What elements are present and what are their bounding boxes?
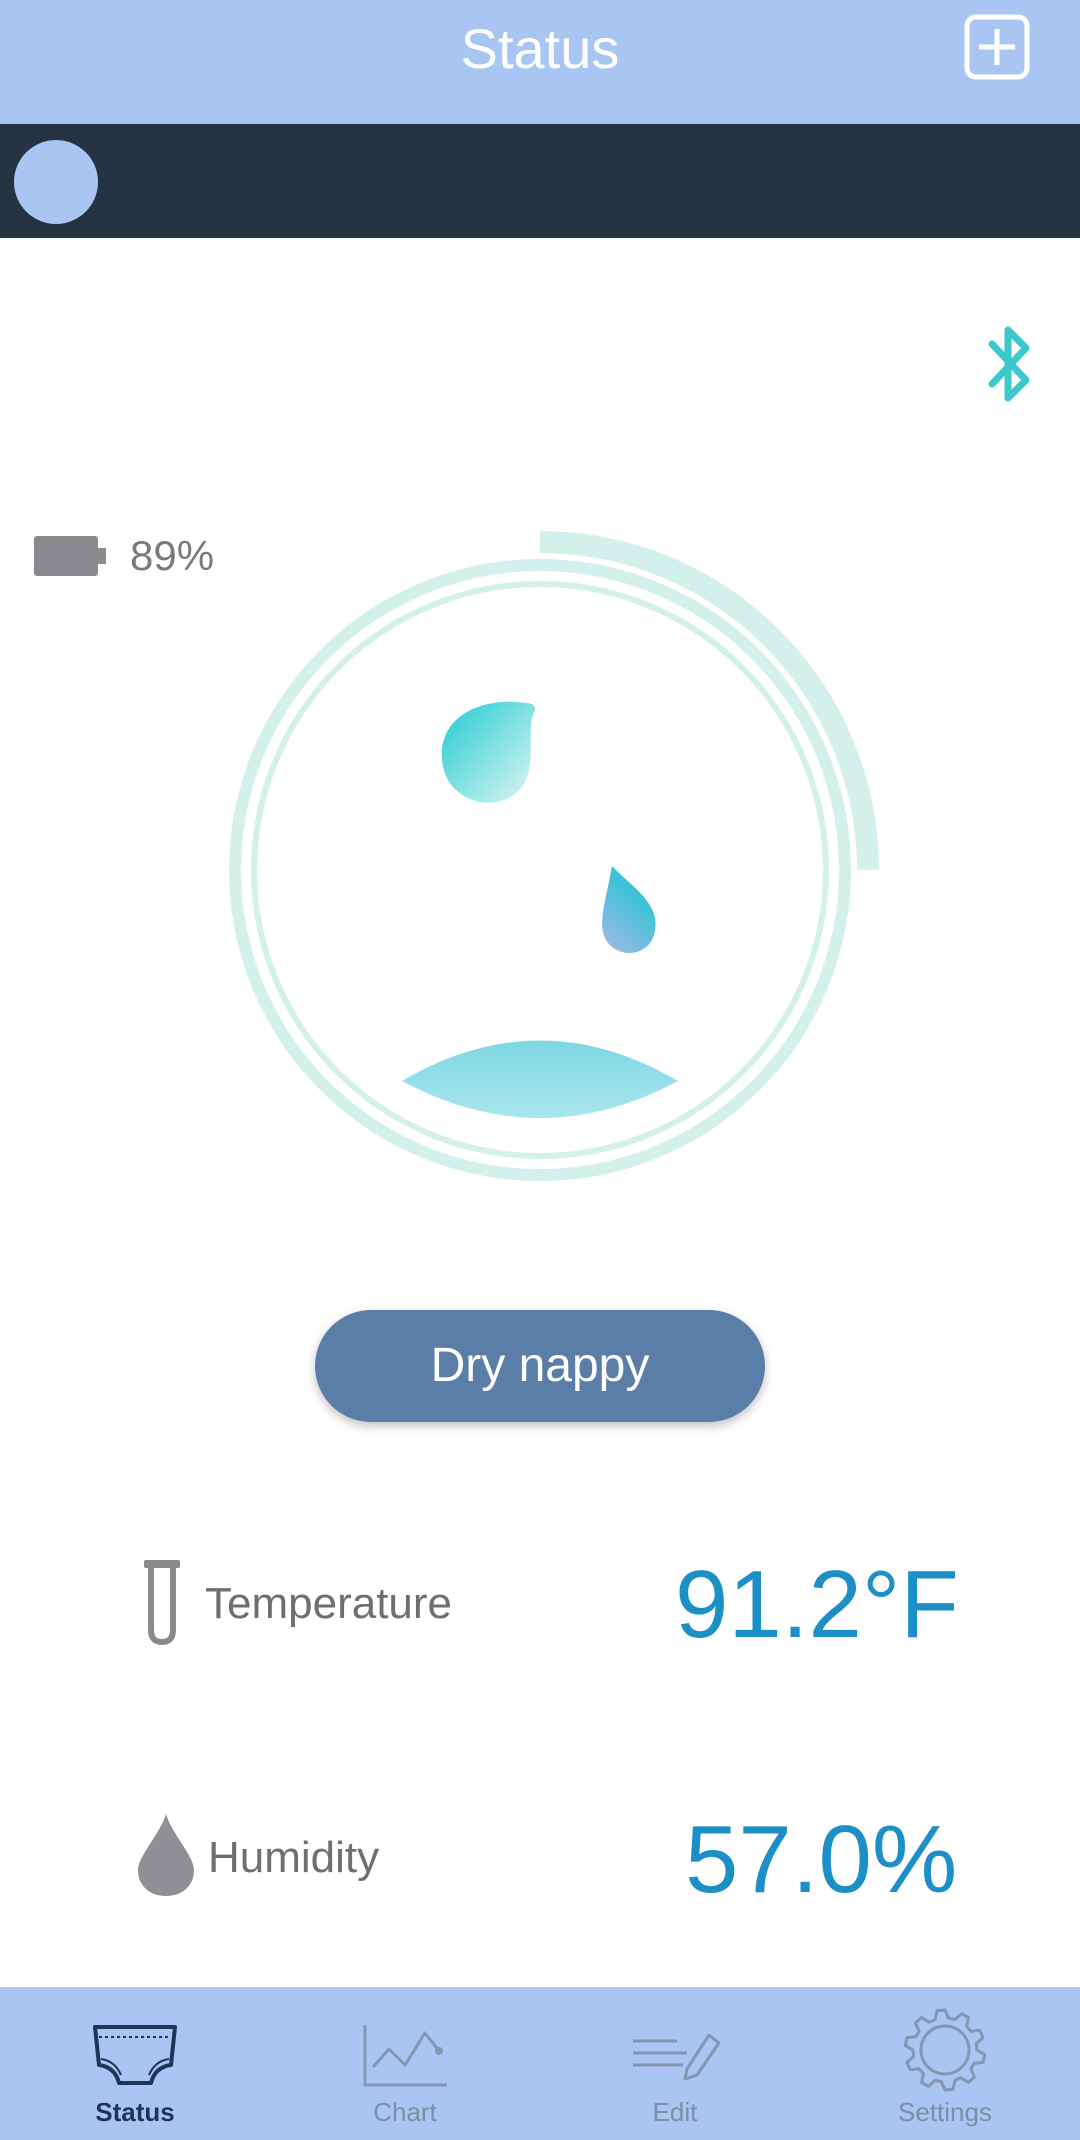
profile-bar bbox=[0, 124, 1080, 238]
page-title: Status bbox=[460, 17, 620, 80]
thermometer-icon bbox=[144, 1560, 180, 1646]
nav-edit[interactable]: Edit bbox=[540, 1987, 810, 2140]
moisture-dial bbox=[229, 531, 879, 1181]
gear-icon bbox=[903, 2008, 987, 2092]
dry-nappy-button[interactable]: Dry nappy bbox=[315, 1310, 765, 1422]
water-drop-large bbox=[441, 701, 536, 803]
humidity-label: Humidity bbox=[208, 1833, 380, 1882]
line-chart-icon bbox=[363, 2025, 447, 2087]
battery-percentage: 89% bbox=[130, 532, 215, 579]
add-button[interactable] bbox=[964, 14, 1030, 80]
nav-status-label: Status bbox=[95, 2097, 175, 2127]
nav-edit-label: Edit bbox=[652, 2097, 698, 2127]
nav-settings-label: Settings bbox=[898, 2097, 992, 2127]
plus-square-icon bbox=[964, 14, 1030, 80]
humidity-drop-icon bbox=[138, 1814, 194, 1896]
humidity-value: 57.0% bbox=[685, 1806, 958, 1913]
edit-icon bbox=[633, 2033, 721, 2081]
nav-chart[interactable]: Chart bbox=[270, 1987, 540, 2140]
nav-settings[interactable]: Settings bbox=[810, 1987, 1080, 2140]
bottom-navigation: Status Chart Edit Settings bbox=[0, 1987, 1080, 2140]
nav-chart-label: Chart bbox=[373, 2097, 437, 2127]
water-drop-small bbox=[602, 866, 656, 953]
avatar[interactable] bbox=[14, 140, 98, 224]
battery-icon bbox=[34, 536, 106, 576]
battery-indicator bbox=[34, 534, 106, 578]
bluetooth-status[interactable] bbox=[986, 322, 1034, 406]
diaper-icon bbox=[93, 2025, 177, 2085]
temperature-value: 91.2°F bbox=[675, 1551, 959, 1658]
nav-status[interactable]: Status bbox=[0, 1987, 270, 2140]
temperature-label: Temperature bbox=[205, 1579, 453, 1628]
water-pool bbox=[402, 1040, 678, 1118]
bluetooth-icon bbox=[988, 326, 1030, 402]
top-app-bar: Status bbox=[0, 0, 1080, 124]
